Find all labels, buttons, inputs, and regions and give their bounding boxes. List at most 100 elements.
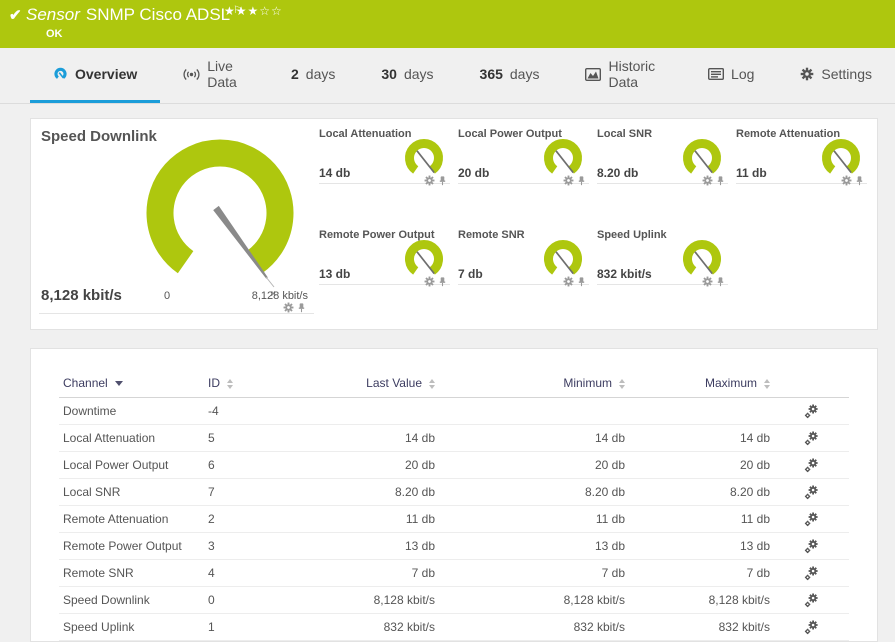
cell-maximum: 14 db [629, 424, 774, 452]
gauge-actions[interactable] [841, 175, 864, 186]
column-header-channel[interactable]: Channel [59, 369, 204, 398]
gauge-actions[interactable] [563, 175, 586, 186]
cell-settings[interactable] [774, 451, 849, 479]
cell-last-value: 8.20 db [304, 478, 439, 506]
pin-icon[interactable] [577, 175, 586, 186]
gear-icon[interactable] [841, 175, 852, 186]
tab-historic-data[interactable]: Historic Data [562, 48, 685, 103]
table-row-speed-uplink: Speed Uplink 1 832 kbit/s 832 kbit/s 832 kbi… [59, 613, 849, 641]
gauge-needle [833, 150, 852, 174]
cell-divider [39, 313, 314, 314]
gauge-cell-speed-uplink: Speed Uplink 832 kbit/s [597, 229, 728, 287]
pin-icon[interactable] [577, 276, 586, 287]
cell-maximum: 8.20 db [629, 478, 774, 506]
channel-settings-icon[interactable] [804, 404, 819, 419]
gauge-needle [694, 250, 713, 274]
tab-2-days[interactable]: 2 days [268, 48, 358, 103]
channel-settings-icon[interactable] [804, 485, 819, 500]
cell-settings[interactable] [774, 586, 849, 614]
gauge-title: Remote SNR [458, 228, 525, 241]
cell-last-value: 8,128 kbit/s [304, 586, 439, 614]
channel-settings-icon[interactable] [804, 431, 819, 446]
cell-id: 4 [204, 559, 304, 587]
ok-check-icon: ✔ [9, 7, 22, 24]
channel-settings-icon[interactable] [804, 458, 819, 473]
gear-icon[interactable] [702, 175, 713, 186]
cell-settings[interactable] [774, 613, 849, 641]
gear-icon [801, 67, 814, 81]
gauge-value: 14 db [319, 166, 351, 180]
tab-log[interactable]: Log [685, 48, 777, 103]
cell-settings[interactable] [774, 559, 849, 587]
table-row-remote-power-output: Remote Power Output 3 13 db 13 db 13 db [59, 532, 849, 560]
small-gauges-grid: Local Attenuation 14 db Local Power Outp… [316, 119, 876, 329]
gauge-value: 20 db [458, 166, 490, 180]
column-label: ID [208, 376, 220, 390]
tab-bar: Overview Live Data 2 days 30 days 365 days His… [0, 48, 895, 104]
gauge-needle [555, 150, 574, 174]
pin-icon[interactable] [438, 175, 447, 186]
gauge-actions[interactable] [283, 302, 306, 313]
status-badge: OK [46, 28, 63, 40]
column-header-id[interactable]: ID [204, 369, 304, 398]
priority-stars[interactable]: ★★★☆☆ [224, 4, 283, 18]
gauge-actions[interactable] [702, 175, 725, 186]
cell-settings[interactable] [774, 532, 849, 560]
tab-range-number: 2 [291, 66, 299, 82]
tab-30-days[interactable]: 30 days [358, 48, 456, 103]
cell-settings[interactable] [774, 505, 849, 533]
cell-settings[interactable] [774, 478, 849, 506]
tab-label: Overview [75, 66, 138, 82]
cell-last-value: 13 db [304, 532, 439, 560]
gear-icon[interactable] [563, 276, 574, 287]
column-header-minimum[interactable]: Minimum [439, 369, 629, 398]
column-label: Minimum [563, 376, 612, 390]
cell-settings[interactable] [774, 397, 849, 425]
tab-live-data[interactable]: Live Data [160, 48, 268, 103]
cell-id: 6 [204, 451, 304, 479]
channel-settings-icon[interactable] [804, 539, 819, 554]
primary-gauge-cell: Speed Downlink x 8,128 kbit/s 0 8,128 kb… [31, 119, 316, 329]
gauge-actions[interactable] [424, 276, 447, 287]
tab-settings[interactable]: Settings [777, 48, 895, 103]
cell-minimum: 20 db [439, 451, 629, 479]
channel-settings-icon[interactable] [804, 593, 819, 608]
pin-icon[interactable] [438, 276, 447, 287]
column-header-maximum[interactable]: Maximum [629, 369, 774, 398]
pin-icon[interactable] [297, 302, 306, 313]
cell-maximum [629, 397, 774, 425]
cell-maximum: 20 db [629, 451, 774, 479]
column-header-last-value[interactable]: Last Value [304, 369, 439, 398]
cell-last-value: 832 kbit/s [304, 613, 439, 641]
gauge-cell-local-attenuation: Local Attenuation 14 db [319, 128, 450, 186]
pin-icon[interactable] [716, 175, 725, 186]
tab-365-days[interactable]: 365 days [457, 48, 563, 103]
gear-icon[interactable] [424, 175, 435, 186]
channel-settings-icon[interactable] [804, 566, 819, 581]
gear-icon[interactable] [702, 276, 713, 287]
gauge-max-label: 8,128 kbit/s [251, 290, 308, 302]
cell-channel: Remote Attenuation [59, 505, 204, 533]
cell-channel: Local Attenuation [59, 424, 204, 452]
gauge-actions[interactable] [424, 175, 447, 186]
cell-maximum: 11 db [629, 505, 774, 533]
column-label: Channel [63, 376, 108, 390]
pin-icon[interactable] [716, 276, 725, 287]
cell-settings[interactable] [774, 424, 849, 452]
gear-icon[interactable] [283, 302, 294, 313]
gauge-value: 13 db [319, 266, 351, 281]
channel-settings-icon[interactable] [804, 620, 819, 635]
channels-panel: Channel ID Last Value Minimum Maximum Downti… [30, 348, 878, 642]
tab-overview[interactable]: Overview [30, 48, 161, 103]
gauge-actions[interactable] [702, 276, 725, 287]
pin-icon[interactable] [855, 175, 864, 186]
gear-icon[interactable] [424, 276, 435, 287]
channel-settings-icon[interactable] [804, 512, 819, 527]
sort-toggle-icon [429, 378, 435, 389]
tab-label: Settings [821, 66, 872, 82]
gear-icon[interactable] [563, 175, 574, 186]
gauge-needle [555, 250, 574, 274]
cell-minimum [439, 397, 629, 425]
gauge-actions[interactable] [563, 276, 586, 287]
table-row-local-attenuation: Local Attenuation 5 14 db 14 db 14 db [59, 424, 849, 452]
